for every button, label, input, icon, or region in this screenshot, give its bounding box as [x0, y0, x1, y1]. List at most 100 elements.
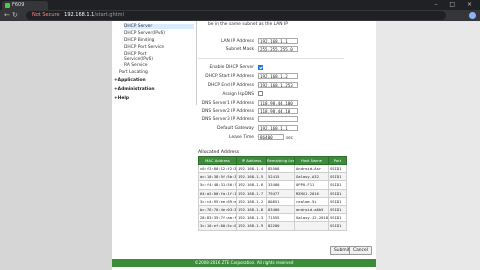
cell-mac: 3c:10:ef:00:5c:0d	[198, 221, 237, 231]
subnet-note: be in the same subnet as the LAN IP	[208, 22, 288, 27]
dhcp-start-label: DHCP Start IP Address	[205, 74, 254, 79]
cell-port: SSID1	[328, 180, 347, 190]
browser-tab-bar: F609 – □ ×	[0, 0, 480, 10]
table-header-row: MAC Address IP Address Remaining Lease T…	[198, 156, 347, 165]
screenshot-frame: F609 – □ × ← ↻ Not Secure 192.168.1.1/st…	[0, 0, 480, 270]
table-row: bc:76:70:4e:03:36 192.168.1.8 83400 android…	[198, 204, 347, 215]
sidebar-item-dhcp-port-service[interactable]: DHCP Port Service	[124, 45, 164, 50]
cell-ip: 192.168.1.4	[236, 163, 267, 174]
table-row: 28:83:35:7f:aa:f8 192.168.1.3 71555 Galaxy-…	[198, 213, 347, 223]
table-body: c0:f2:80:12:f2:3d 192.168.1.4 85508 Android…	[198, 163, 347, 231]
enable-dhcp-checkbox[interactable]	[258, 65, 263, 70]
cell-mac: ac:10:38:5f:5b:3c	[198, 172, 237, 182]
lease-time-input[interactable]: 86400	[258, 134, 284, 140]
sidebar-item-dhcp-server[interactable]: DHCP Server	[124, 24, 194, 29]
sidebar-item-dhcp-binding[interactable]: DHCP Binding	[124, 38, 154, 43]
lan-ip-input[interactable]: 192.168.1.1	[258, 38, 298, 44]
dhcp-start-input[interactable]: 192.168.1.2	[258, 73, 298, 79]
col-port: Port	[328, 156, 347, 165]
dns3-input[interactable]	[258, 116, 298, 122]
cell-host: Galaxy-J2-2018	[294, 213, 329, 223]
footer: ©2008-2016 ZTE Corporation. All rights r…	[112, 259, 376, 267]
cell-ip: 192.168.1.2	[236, 196, 267, 206]
default-gateway-input[interactable]: 192.168.1.1	[258, 125, 298, 131]
cell-mac: 3c:c4:95:ee:69:e0	[198, 196, 237, 206]
table-row: ac:10:38:5f:5b:3c 192.168.1.5 52415 Galaxy-…	[198, 172, 347, 182]
cell-lease: 85508	[266, 163, 295, 174]
cell-host: realme-5i	[294, 196, 329, 206]
cell-port: SSID1	[328, 204, 347, 215]
cell-port: SSID1	[328, 163, 347, 174]
col-remaining-lease: Remaining Lease Time	[266, 156, 295, 165]
dns1-input[interactable]: 118.98.44.100	[258, 100, 298, 106]
cell-ip: 192.168.1.6	[236, 180, 267, 190]
sidebar-item-port-locating[interactable]: Port Locating	[119, 70, 148, 75]
window-controls[interactable]: – □ ×	[434, 1, 477, 8]
url-host: 192.168.1.1	[64, 12, 95, 18]
cell-host: android-a6b5	[294, 204, 329, 215]
cell-port: SSID1	[328, 221, 347, 231]
enable-dhcp-label: Enable DHCP Server	[209, 65, 254, 70]
back-arrow-icon[interactable]: ←	[4, 11, 10, 20]
sidebar-item-dhcp-port-ipv6[interactable]: Service(IPv6)	[124, 57, 153, 62]
cell-mac: c0:f2:80:12:f2:3d	[198, 163, 237, 174]
cell-port: SSID1	[328, 196, 347, 206]
cell-port: SSID1	[328, 188, 347, 198]
cell-lease: 71555	[266, 213, 295, 223]
sidebar-section-administration[interactable]: +Administration	[114, 87, 155, 92]
url-field[interactable]: Not Secure 192.168.1.1/start.ghtml	[26, 11, 446, 20]
cell-mac: 5c:f4:48:31:50:7e	[198, 180, 237, 190]
allocated-address-table: MAC Address IP Address Remaining Lease T…	[198, 156, 347, 231]
lease-unit: sec	[286, 135, 294, 140]
subnet-mask-input[interactable]: 255.255.255.0	[258, 46, 298, 52]
cell-lease: 80851	[266, 196, 295, 206]
sidebar-section-application[interactable]: +Application	[114, 78, 146, 83]
table-row: 3c:c4:95:ee:69:e0 192.168.1.2 80851 realme-…	[198, 196, 347, 206]
lan-ip-label: LAN IP Address	[220, 39, 254, 44]
url-path: /start.ghtml	[94, 12, 124, 18]
col-host-name: Host Name	[294, 156, 329, 165]
copyright-text: ©2008-2016 ZTE Corporation. All rights r…	[194, 260, 294, 265]
cancel-button[interactable]: Cancel	[349, 246, 372, 255]
divider	[198, 58, 344, 59]
profile-avatar-icon[interactable]	[469, 12, 476, 19]
table-row: 3c:10:ef:00:5c:0d 192.168.1.9 82200 SSID1	[198, 221, 347, 231]
dns2-label: DNS Server2 IP Address	[201, 109, 254, 114]
reload-icon[interactable]: ↻	[12, 11, 18, 20]
col-mac-address: MAC Address	[198, 156, 237, 165]
table-row: 64:a2:00:fa:1f:1a 192.168.1.7 79477 MZHX1-2…	[198, 188, 347, 198]
allocated-address-title: Allocated Address	[198, 150, 240, 155]
lease-time-label: Lease Time	[229, 135, 254, 140]
table-row: 5c:f4:48:31:50:7e 192.168.1.6 33400 OPPO-F1…	[198, 180, 347, 190]
cell-port: SSID1	[328, 213, 347, 223]
cell-lease: 82200	[266, 221, 295, 231]
sidebar-section-help[interactable]: +Help	[114, 96, 129, 101]
dns2-input[interactable]: 118.98.44.10	[258, 108, 298, 114]
subnet-mask-label: Subnet Mask	[225, 47, 254, 52]
browser-tab[interactable]: F609	[2, 1, 48, 10]
page-left-gutter	[0, 21, 112, 270]
cell-ip: 192.168.1.7	[236, 188, 267, 198]
dns3-label: DNS Server3 IP Address	[201, 117, 254, 122]
dns1-label: DNS Server1 IP Address	[201, 101, 254, 106]
cell-host: MZHX1-2016	[294, 188, 329, 198]
cell-lease: 79477	[266, 188, 295, 198]
cell-lease: 33400	[266, 180, 295, 190]
dhcp-end-input[interactable]: 192.168.1.253	[258, 82, 298, 88]
dhcp-end-label: DHCP End IP Address	[207, 83, 254, 88]
cell-ip: 192.168.1.8	[236, 204, 267, 215]
address-bar: ← ↻ Not Secure 192.168.1.1/start.ghtml	[0, 10, 480, 21]
cell-host: OPPO-F11	[294, 180, 329, 190]
cell-host	[294, 221, 329, 231]
table-row: c0:f2:80:12:f2:3d 192.168.1.4 85508 Android…	[198, 163, 347, 174]
assign-isp-dns-checkbox[interactable]	[258, 91, 263, 96]
assign-isp-dns-label: Assign IspDNS	[222, 92, 254, 97]
favicon-icon	[5, 3, 10, 8]
sidebar-item-ra-service[interactable]: RA Service	[124, 63, 148, 68]
sidebar-item-dhcp-server-ipv6[interactable]: DHCP Server(IPv6)	[124, 31, 165, 36]
col-ip-address: IP Address	[236, 156, 267, 165]
cell-lease: 83400	[266, 204, 295, 215]
cell-mac: bc:76:70:4e:03:36	[198, 204, 237, 215]
cell-host: Android-Asr	[294, 163, 329, 174]
cell-lease: 52415	[266, 172, 295, 182]
